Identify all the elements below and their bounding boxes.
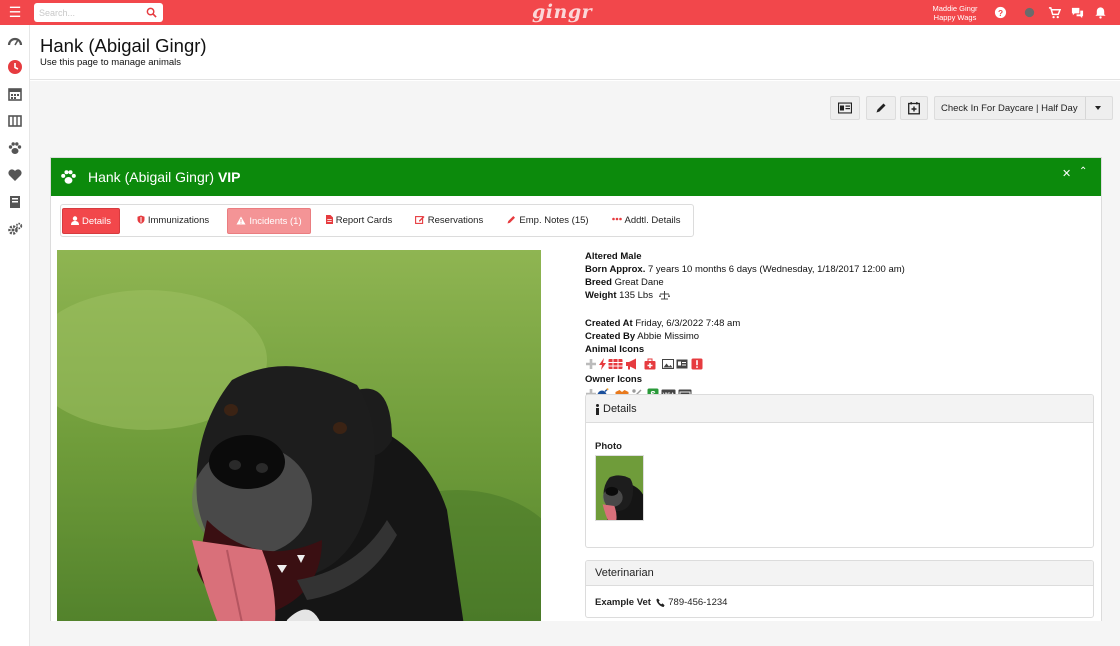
- tab-label: Emp. Notes (15): [519, 215, 589, 226]
- tab-label: Immunizations: [147, 215, 210, 226]
- edit-icon: [414, 215, 425, 224]
- tab-label: Addtl. Details: [624, 215, 681, 226]
- panel-title: Hank (Abigail Gingr) VIP: [88, 169, 241, 185]
- medical-bag-icon[interactable]: [644, 358, 656, 370]
- calendar-icon[interactable]: [7, 86, 23, 102]
- tab-addtl-details[interactable]: Addtl. Details: [605, 208, 687, 234]
- photo-label: Photo: [595, 441, 622, 452]
- vip-badge: VIP: [217, 169, 241, 185]
- pencil-icon: [876, 103, 886, 113]
- vet-info: Example Vet 789-456-1234: [595, 597, 727, 608]
- chat-icon[interactable]: [1071, 6, 1084, 19]
- page-header: Hank (Abigail Gingr) Use this page to ma…: [30, 25, 1120, 80]
- tab-reservations[interactable]: Reservations: [409, 208, 489, 234]
- cart-icon[interactable]: [1048, 6, 1061, 19]
- user-name: Maddie Gingr: [932, 4, 978, 13]
- bell-icon[interactable]: [1094, 6, 1107, 19]
- paw-icon[interactable]: [7, 140, 23, 156]
- animal-sex: Altered Male: [585, 251, 642, 262]
- image-icon[interactable]: [662, 358, 674, 370]
- details-card-header: Details: [586, 395, 1093, 423]
- main-area: Hank (Abigail Gingr) Use this page to ma…: [30, 25, 1120, 646]
- chevron-up-icon[interactable]: ⌃: [1079, 166, 1087, 177]
- photo-thumbnail[interactable]: [595, 455, 644, 521]
- content-area: Check In For Daycare | Half Day Hank (Ab…: [30, 81, 1120, 646]
- tab-report-cards[interactable]: Report Cards: [320, 208, 398, 234]
- check-in-dropdown[interactable]: Check In For Daycare | Half Day: [934, 96, 1113, 120]
- gingr-logo[interactable]: gingr: [532, 1, 592, 23]
- page-title: Hank (Abigail Gingr): [40, 35, 207, 56]
- weight: Weight 135 Lbs: [585, 290, 670, 301]
- tab-label: Incidents (1): [249, 216, 302, 227]
- left-sidebar: [0, 25, 30, 646]
- panel-header: Hank (Abigail Gingr) VIP ✕ ⌃: [51, 158, 1101, 196]
- grid-icon[interactable]: [608, 358, 623, 370]
- svg-text:?: ?: [998, 8, 1003, 18]
- heart-icon[interactable]: [7, 167, 23, 183]
- vet-name: Example Vet: [595, 597, 651, 608]
- tab-emp-notes[interactable]: Emp. Notes (15): [500, 208, 596, 234]
- search-input[interactable]: [34, 3, 144, 22]
- ellipsis-icon: [611, 218, 622, 221]
- id-card-icon[interactable]: [676, 358, 688, 370]
- calendar-plus-icon: [908, 102, 920, 115]
- hamburger-menu-icon[interactable]: ☰: [6, 4, 24, 21]
- veterinarian-card-header: Veterinarian: [586, 561, 1093, 586]
- tab-incidents[interactable]: Incidents (1): [227, 208, 311, 234]
- user-menu[interactable]: Maddie Gingr Happy Wags: [920, 4, 990, 22]
- created-by: Created By Abbie Missimo: [585, 331, 700, 342]
- dashboard-icon[interactable]: [7, 33, 23, 49]
- animal-name: Hank (Abigail Gingr): [88, 169, 215, 185]
- details-card: Details Photo: [585, 394, 1094, 548]
- info-icon: [596, 403, 599, 415]
- animal-panel: Hank (Abigail Gingr) VIP ✕ ⌃ Details Imm…: [50, 157, 1102, 646]
- file-icon: [325, 214, 333, 224]
- chevron-down-icon[interactable]: [1095, 106, 1101, 110]
- animal-icons-label: Animal Icons: [585, 344, 645, 355]
- tab-bar: Details Immunizations Incidents (1) Repo…: [60, 204, 694, 237]
- close-icon[interactable]: ✕: [1062, 167, 1071, 180]
- tab-details[interactable]: Details: [62, 208, 120, 234]
- alert-icon[interactable]: [691, 358, 703, 370]
- created-at: Created At Friday, 6/3/2022 7:48 am: [585, 318, 741, 329]
- tab-label: Reservations: [427, 215, 484, 226]
- help-icon[interactable]: ?: [994, 6, 1007, 19]
- columns-icon[interactable]: [7, 113, 23, 129]
- owner-icons-label: Owner Icons: [585, 374, 643, 385]
- shield-icon: [137, 215, 145, 224]
- veterinarian-card: Veterinarian Example Vet 789-456-1234: [585, 560, 1094, 618]
- edit-button[interactable]: [866, 96, 896, 120]
- tab-label: Report Cards: [335, 215, 393, 226]
- dropdown-divider: [1085, 97, 1086, 119]
- animal-photo[interactable]: [57, 250, 541, 646]
- phone-icon: [656, 598, 665, 607]
- tab-label: Details: [81, 216, 112, 227]
- vet-phone[interactable]: 789-456-1234: [668, 597, 727, 608]
- settings-icon[interactable]: [7, 221, 23, 237]
- megaphone-icon[interactable]: [625, 358, 639, 370]
- paw-icon: [61, 170, 76, 184]
- search-icon[interactable]: [146, 7, 157, 18]
- status-icon[interactable]: [1023, 6, 1036, 19]
- breed: Breed Great Dane: [585, 277, 664, 288]
- plus-icon[interactable]: [585, 358, 597, 370]
- born-approx: Born Approx. 7 years 10 months 6 days (W…: [585, 264, 905, 275]
- check-in-label[interactable]: Check In For Daycare | Half Day: [941, 103, 1078, 114]
- clock-icon[interactable]: [7, 59, 23, 75]
- add-reservation-button[interactable]: [900, 96, 928, 120]
- id-card-button[interactable]: [830, 96, 860, 120]
- id-card-icon: [838, 102, 852, 114]
- search-box[interactable]: [34, 3, 163, 22]
- scale-icon[interactable]: [658, 290, 670, 301]
- page-subtitle: Use this page to manage animals: [40, 57, 181, 68]
- veterinarian-card-body: Example Vet 789-456-1234: [586, 586, 1093, 617]
- page-footer: [30, 621, 1120, 646]
- top-navbar: ☰ gingr Maddie Gingr Happy Wags ?: [0, 0, 1120, 25]
- warning-icon: [236, 216, 246, 225]
- business-name: Happy Wags: [933, 13, 977, 22]
- user-icon: [70, 216, 79, 225]
- book-icon[interactable]: [7, 194, 23, 210]
- tab-immunizations[interactable]: Immunizations: [130, 208, 216, 234]
- pencil-icon: [507, 215, 516, 224]
